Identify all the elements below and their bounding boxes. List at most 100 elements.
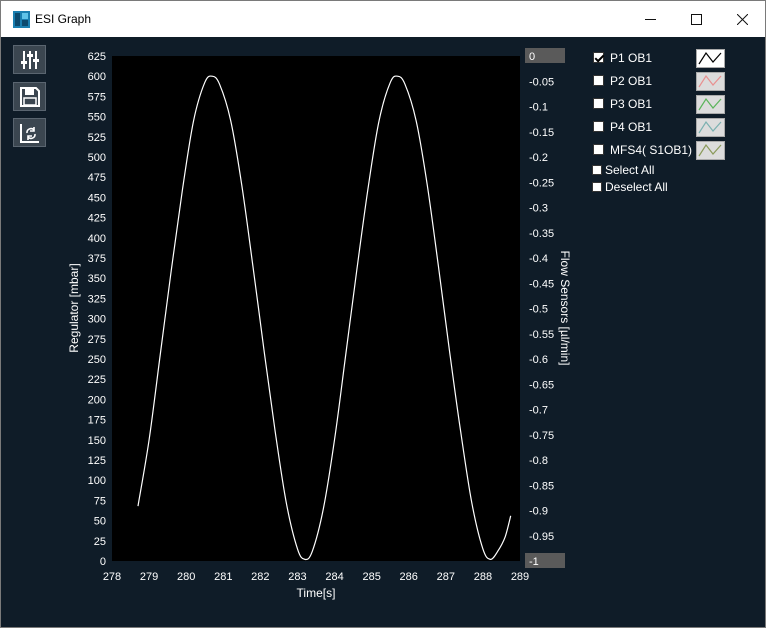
x-tick-label: 285	[362, 571, 380, 583]
close-button[interactable]	[719, 1, 765, 37]
legend-label: P1 OB1	[610, 51, 653, 65]
esi-graph-window: ESI Graph 0 25 50 75 100 125 150 175 200…	[0, 0, 766, 628]
x-axis-ticks: 278 279 280 281 282 283 284 285 286 287 288 289	[103, 571, 529, 583]
y2-tick-label: -0.7	[529, 405, 548, 417]
y-tick-label: 75	[94, 495, 106, 507]
y-tick-label: 550	[88, 112, 106, 124]
deselect-all-option[interactable]: Deselect All	[592, 180, 712, 196]
select-all-option[interactable]: Select All	[592, 163, 712, 179]
y2-tick-label: -0.95	[529, 531, 554, 543]
minimize-button[interactable]	[627, 1, 673, 37]
left-axis-ticks: 0 25 50 75 100 125 150 175 200 225 250 275 300 325 350…	[88, 51, 106, 568]
y-tick-label: 350	[88, 273, 106, 285]
legend-color-swatch[interactable]	[696, 49, 725, 68]
x-axis-label: Time[s]	[297, 586, 336, 600]
y-tick-label: 175	[88, 415, 106, 427]
y-tick-label: 125	[88, 455, 106, 467]
y2-tick-label: -0.8	[529, 455, 548, 467]
legend-label: P2 OB1	[610, 74, 653, 88]
y2-tick-label: -0.4	[529, 253, 548, 265]
window-title: ESI Graph	[35, 12, 92, 26]
x-tick-label: 281	[214, 571, 232, 583]
y-tick-label: 225	[88, 374, 106, 386]
legend-color-swatch[interactable]	[696, 118, 725, 137]
maximize-button[interactable]	[673, 1, 719, 37]
y2-tick-label: -0.55	[529, 329, 554, 341]
y2-tick-label: -0.75	[529, 430, 554, 442]
legend-checkbox[interactable]	[593, 98, 604, 109]
y-tick-label: 575	[88, 91, 106, 103]
close-icon	[736, 13, 748, 25]
legend-checkbox[interactable]	[593, 75, 604, 86]
legend-color-swatch[interactable]	[696, 95, 725, 114]
deselect-all-label: Deselect All	[605, 180, 668, 194]
x-tick-label: 284	[325, 571, 343, 583]
line-sample-icon	[698, 51, 722, 65]
y-tick-label: 200	[88, 394, 106, 406]
line-sample-icon	[698, 120, 722, 134]
y-tick-label: 625	[88, 51, 106, 63]
x-tick-label: 289	[511, 571, 529, 583]
y-tick-label: 250	[88, 354, 106, 366]
line-sample-icon	[698, 74, 722, 88]
minimize-icon	[644, 18, 656, 20]
y-tick-label: 475	[88, 172, 106, 184]
x-tick-label: 279	[140, 571, 158, 583]
legend-item[interactable]: P4 OB1	[591, 118, 761, 137]
y-tick-label: 25	[94, 536, 106, 548]
legend-item[interactable]: MFS4( S1OB1)	[591, 141, 761, 160]
y2-tick-label: -1	[529, 556, 539, 568]
title-bar: ESI Graph	[1, 1, 765, 37]
legend-checkbox[interactable]	[593, 121, 604, 132]
y-tick-label: 450	[88, 192, 106, 204]
legend-color-swatch[interactable]	[696, 72, 725, 91]
y-tick-label: 100	[88, 475, 106, 487]
y2-tick-label: 0	[529, 51, 535, 63]
x-tick-label: 278	[103, 571, 121, 583]
y2-axis-label: Flow Sensors [µl/min]	[558, 251, 572, 366]
legend-item[interactable]: P2 OB1	[591, 72, 761, 91]
select-all-checkbox[interactable]	[592, 165, 602, 175]
y-tick-label: 600	[88, 71, 106, 83]
line-sample-icon	[698, 143, 722, 157]
legend-checkbox[interactable]	[593, 144, 604, 155]
graph-client-area: 0 25 50 75 100 125 150 175 200 225 250 275 300 325 350…	[5, 37, 761, 623]
legend-checkbox[interactable]	[593, 52, 604, 63]
y2-tick-label: -0.15	[529, 127, 554, 139]
y2-tick-label: -0.1	[529, 102, 548, 114]
y2-tick-label: -0.65	[529, 379, 554, 391]
plot-area	[112, 56, 520, 561]
line-sample-icon	[698, 97, 722, 111]
y-tick-label: 425	[88, 213, 106, 225]
legend-item[interactable]: P3 OB1	[591, 95, 761, 114]
legend-item[interactable]: P1 OB1	[591, 49, 761, 68]
y-tick-label: 150	[88, 435, 106, 447]
x-tick-label: 286	[400, 571, 418, 583]
y2-tick-label: -0.35	[529, 228, 554, 240]
y-tick-label: 300	[88, 314, 106, 326]
legend-label: P4 OB1	[610, 120, 653, 134]
y2-tick-label: -0.2	[529, 152, 548, 164]
select-all-label: Select All	[605, 163, 655, 177]
y2-tick-label: -0.85	[529, 480, 554, 492]
app-logo-icon	[13, 11, 30, 28]
y2-tick-label: -0.25	[529, 177, 554, 189]
y2-tick-label: -0.9	[529, 506, 548, 518]
legend-color-swatch[interactable]	[696, 141, 725, 160]
legend-label: P3 OB1	[610, 97, 653, 111]
y2-tick-label: -0.6	[529, 354, 548, 366]
y-tick-label: 50	[94, 516, 106, 528]
y2-tick-label: -0.5	[529, 304, 548, 316]
y-tick-label: 500	[88, 152, 106, 164]
x-tick-label: 283	[288, 571, 306, 583]
y2-tick-label: -0.3	[529, 203, 548, 215]
legend-label: MFS4( S1OB1)	[610, 143, 693, 157]
y-tick-label: 325	[88, 293, 106, 305]
y-tick-label: 0	[100, 556, 106, 568]
x-tick-label: 287	[437, 571, 455, 583]
y-tick-label: 525	[88, 132, 106, 144]
maximize-icon	[690, 13, 702, 25]
deselect-all-checkbox[interactable]	[592, 182, 602, 192]
x-tick-label: 282	[251, 571, 269, 583]
y-tick-label: 375	[88, 253, 106, 265]
